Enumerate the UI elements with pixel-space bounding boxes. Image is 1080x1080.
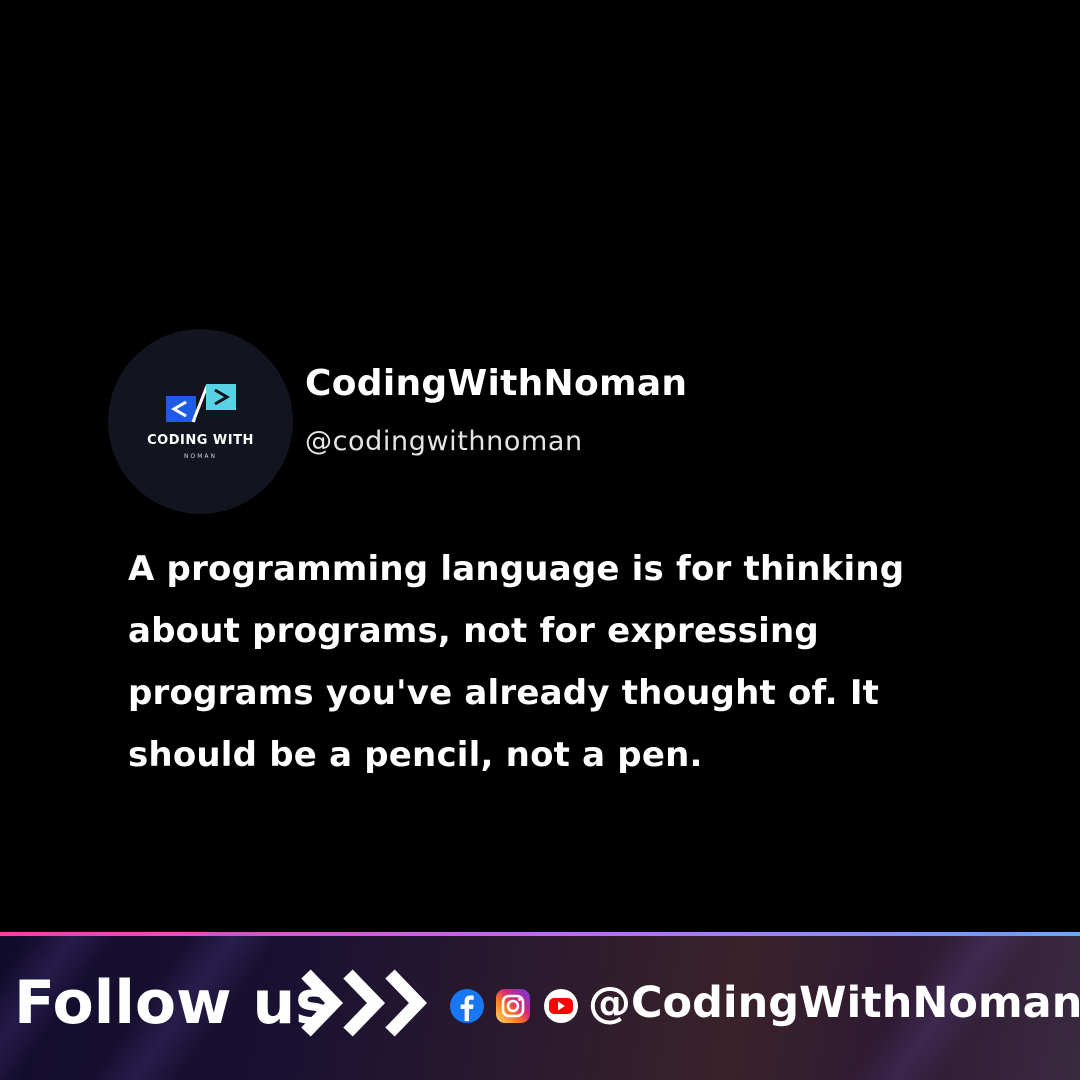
avatar[interactable]: CODING WITH NOMAN [108, 329, 293, 514]
instagram-icon[interactable] [495, 988, 531, 1024]
footer-handle[interactable]: @CodingWithNoman [588, 978, 1080, 1028]
post-text: A programming language is for thinking a… [128, 549, 905, 775]
logo-text: CODING WITH [147, 433, 254, 448]
youtube-icon[interactable] [543, 988, 579, 1024]
logo-subtext: NOMAN [184, 453, 217, 460]
profile-handle[interactable]: @codingwithnoman [305, 426, 583, 457]
triple-chevron-right-icon [301, 969, 428, 1037]
footer-banner: Follow us @CodingWithNoman [0, 932, 1080, 1080]
facebook-icon[interactable] [449, 988, 485, 1024]
profile-name[interactable]: CodingWithNoman [305, 363, 687, 404]
code-brackets-icon [166, 384, 236, 423]
follow-us-label: Follow us [14, 968, 331, 1038]
